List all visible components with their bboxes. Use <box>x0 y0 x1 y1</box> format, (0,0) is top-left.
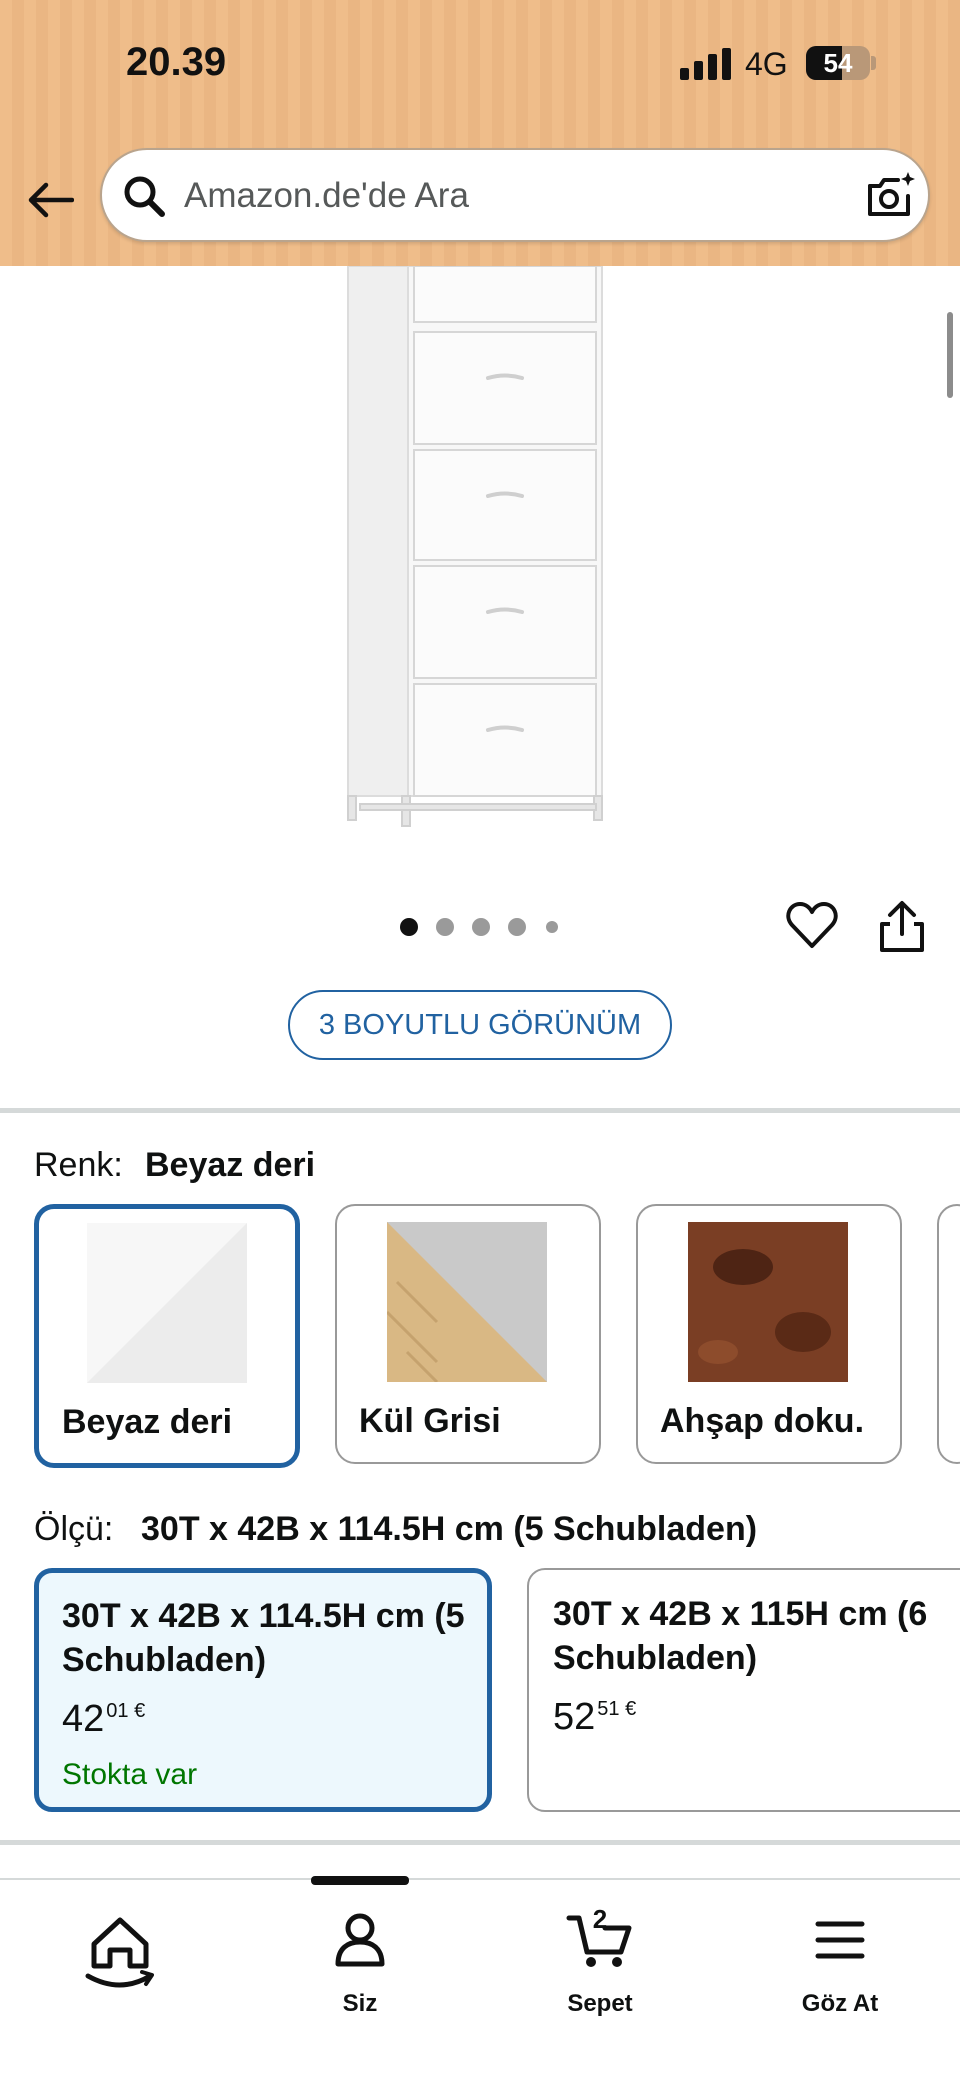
battery-tip <box>871 56 876 70</box>
bottom-navigation: Siz 2 Sepet Göz At <box>0 1876 960 2083</box>
dot-2[interactable] <box>436 918 454 936</box>
share-icon[interactable] <box>876 898 928 954</box>
price: 42 01 € <box>62 1698 145 1741</box>
swatch-image-ash-grey <box>387 1222 547 1382</box>
nav-goz-at-label: Göz At <box>801 1990 879 2017</box>
dot-4[interactable] <box>508 918 526 936</box>
color-selected-value: Beyaz deri <box>145 1146 316 1184</box>
nav-goz-at[interactable]: Göz At <box>770 1908 910 2028</box>
network-type: 4G <box>745 46 788 82</box>
nav-siz-label: Siz <box>342 1990 378 2017</box>
size-option-title: 30T x 42B x 114.5H cm (5 Schubladen) <box>62 1597 465 1679</box>
search-input[interactable]: Amazon.de'de Ara <box>184 176 469 216</box>
battery-icon: 54 <box>806 46 870 80</box>
back-button[interactable] <box>22 172 78 228</box>
size-label: Ölçü: <box>34 1510 114 1548</box>
size-selected-value: 30T x 42B x 114.5H cm (5 Schubladen) <box>141 1510 758 1548</box>
image-pagination-dots[interactable] <box>400 918 560 938</box>
dot-3[interactable] <box>472 918 490 936</box>
color-option-label: Beyaz deri <box>62 1403 233 1441</box>
nav-sepet[interactable]: 2 Sepet <box>530 1904 670 2028</box>
color-option-kul-grisi[interactable]: Kül Grisi <box>335 1204 601 1464</box>
dot-1[interactable] <box>400 918 418 936</box>
dot-5[interactable] <box>546 921 558 933</box>
price-fraction: 51 € <box>597 1698 637 1720</box>
scrollbar[interactable] <box>947 312 953 398</box>
home-icon <box>85 1917 154 1988</box>
section-divider <box>0 1840 960 1845</box>
size-option-title: 30T x 42B x 115H cm (6 Schubladen) <box>553 1595 928 1677</box>
color-option-ahsap-doku[interactable]: Ahşap doku. <box>636 1204 902 1464</box>
active-tab-indicator <box>311 1876 409 1885</box>
status-time: 20.39 <box>126 40 227 84</box>
camera-scan-icon[interactable] <box>862 168 918 224</box>
nav-home[interactable] <box>50 1908 190 2028</box>
menu-icon <box>815 1921 865 1959</box>
price-whole: 52 <box>553 1696 596 1738</box>
arrow-left-icon <box>28 182 74 218</box>
search-icon <box>124 176 165 217</box>
swatch-image-white <box>87 1223 247 1383</box>
color-option-label: Ahşap doku. <box>660 1402 865 1440</box>
section-divider <box>0 1108 960 1113</box>
user-icon <box>335 1913 385 1967</box>
product-image[interactable] <box>330 266 620 836</box>
nav-sepet-label: Sepet <box>567 1990 633 2017</box>
header-bar: 20.39 4G 54 Amazon.de'de Ara <box>0 0 960 266</box>
color-option-more[interactable] <box>937 1204 960 1464</box>
nav-siz[interactable]: Siz <box>290 1908 430 2028</box>
search-bar[interactable]: Amazon.de'de Ara <box>100 148 930 242</box>
color-option-label: Kül Grisi <box>359 1402 501 1440</box>
heart-icon[interactable] <box>786 900 838 952</box>
size-option-6-drawers[interactable]: 30T x 42B x 115H cm (6 Schubladen) 52 51 … <box>527 1568 960 1812</box>
color-label: Renk: <box>34 1146 123 1184</box>
swatch-image-wood <box>688 1222 848 1382</box>
cart-count-badge: 2 <box>592 1904 608 1934</box>
battery-percent: 54 <box>823 48 853 78</box>
price: 52 51 € <box>553 1696 636 1739</box>
stock-status: Stokta var <box>62 1758 198 1791</box>
price-fraction: 01 € <box>106 1700 146 1722</box>
signal-icon <box>680 48 731 80</box>
size-option-5-drawers[interactable]: 30T x 42B x 114.5H cm (5 Schubladen) 42 0… <box>34 1568 492 1812</box>
price-whole: 42 <box>62 1698 105 1740</box>
view-3d-button[interactable]: 3 BOYUTLU GÖRÜNÜM <box>288 990 672 1060</box>
color-option-beyaz-deri[interactable]: Beyaz deri <box>34 1204 300 1468</box>
